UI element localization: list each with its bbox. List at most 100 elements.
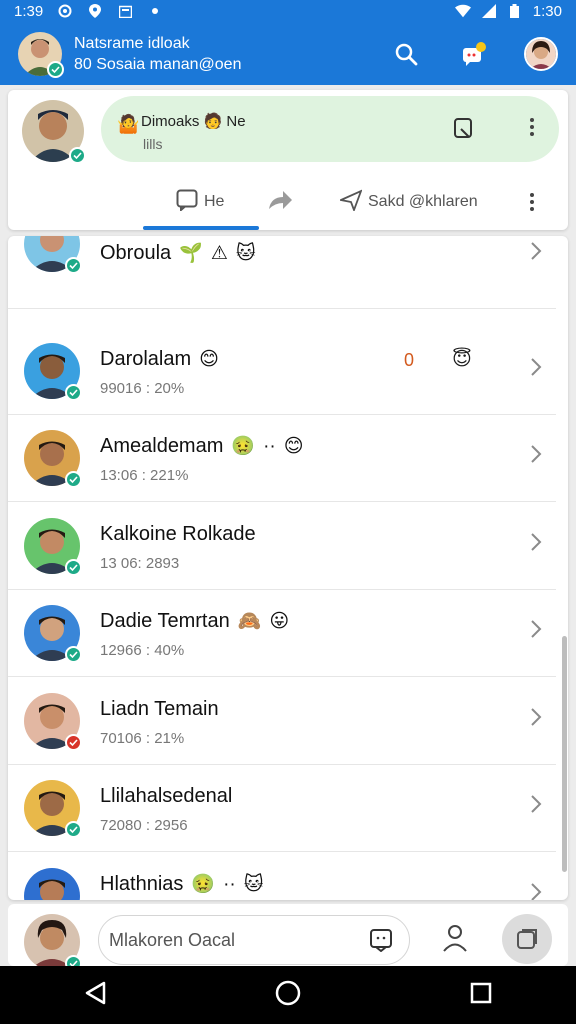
contact-status: 70106 : 21% bbox=[100, 729, 185, 747]
contact-avatar[interactable] bbox=[24, 430, 82, 488]
contact-list: Obroula 🌱 ⚠ 🐱 Darolalam 😊 99016 : 20% 0 😇 Amealde… bbox=[8, 236, 568, 900]
contact-name: Hlathnias bbox=[100, 872, 184, 895]
verified-badge-icon bbox=[65, 257, 82, 274]
contact-name: Obroula bbox=[100, 242, 172, 264]
status-time-right: 1:30 bbox=[532, 2, 562, 20]
chevron-right-icon[interactable] bbox=[530, 531, 542, 559]
contact-status: 12966 : 40% bbox=[100, 642, 185, 659]
verified-badge-icon bbox=[65, 471, 82, 488]
contact-avatar[interactable] bbox=[24, 342, 82, 401]
bubble-subtitle: lills bbox=[143, 136, 163, 152]
contact-emoji-icon: ·· bbox=[223, 873, 236, 895]
search-icon[interactable] bbox=[388, 36, 424, 72]
active-tab-indicator bbox=[143, 226, 259, 230]
edit-icon[interactable] bbox=[453, 117, 477, 141]
sync-icon bbox=[57, 4, 73, 18]
attach-icon bbox=[517, 929, 537, 949]
chevron-right-icon[interactable] bbox=[530, 793, 542, 821]
verified-badge-icon bbox=[65, 646, 82, 663]
send-icon bbox=[338, 188, 363, 216]
tab-bar: He Sakd @khlaren bbox=[8, 174, 568, 230]
tabs-more-icon[interactable] bbox=[529, 191, 535, 218]
contact-count: 0 bbox=[404, 349, 415, 370]
contact-name: Llilahalsedenal bbox=[100, 785, 233, 807]
verified-badge-icon bbox=[65, 733, 82, 751]
conversation-header-card: 🤷 Dimoaks 🧑 Ne lills He Sakd @khlaren bbox=[8, 90, 568, 230]
contact-avatar[interactable] bbox=[24, 692, 82, 751]
attach-button[interactable] bbox=[502, 914, 552, 964]
contact-row[interactable]: Hlathnias🤢··🐱11006 : 3721😸 bbox=[8, 853, 556, 900]
message-input-container bbox=[98, 915, 410, 965]
user-avatar[interactable] bbox=[18, 31, 64, 78]
contact-emoji-icon: 🐱 bbox=[243, 873, 264, 895]
contact-avatar[interactable] bbox=[24, 236, 82, 274]
verified-badge-icon bbox=[47, 60, 64, 78]
contact-name: Darolalam bbox=[100, 347, 192, 370]
home-icon[interactable] bbox=[275, 980, 301, 1011]
chevron-right-icon[interactable] bbox=[530, 443, 542, 471]
contact-avatar[interactable] bbox=[22, 100, 86, 164]
message-input[interactable] bbox=[109, 926, 359, 954]
my-avatar[interactable] bbox=[24, 914, 82, 972]
contact-avatar[interactable] bbox=[24, 867, 80, 900]
contact-row[interactable]: Llilahalsedenal 72080 : 2956 bbox=[8, 765, 556, 852]
scrollbar[interactable] bbox=[562, 636, 567, 872]
battery-icon bbox=[507, 4, 523, 18]
verified-badge-icon bbox=[65, 383, 82, 401]
tab-share[interactable] bbox=[267, 174, 299, 230]
compose-bar bbox=[8, 904, 568, 972]
contact-row[interactable]: Darolalam 😊 99016 : 20% 0 😇 bbox=[8, 328, 556, 415]
tab-chat[interactable]: He bbox=[176, 174, 224, 230]
system-nav-bar bbox=[0, 966, 576, 1024]
chevron-right-icon[interactable] bbox=[530, 356, 542, 384]
more-vert-icon[interactable] bbox=[529, 116, 537, 142]
status-bar: 1:39 1:30 bbox=[0, 0, 576, 22]
contact-avatar[interactable] bbox=[24, 517, 82, 576]
contact-name: Kalkoine Rolkade bbox=[100, 522, 256, 545]
share-icon bbox=[267, 189, 293, 216]
contact-emoji-icon: 🙈 bbox=[237, 611, 262, 632]
contact-status: 99016 : 20% bbox=[100, 379, 185, 397]
contact-name: Liadn Temain bbox=[100, 697, 219, 720]
contact-icon[interactable] bbox=[442, 924, 468, 957]
verified-badge-icon bbox=[65, 821, 82, 838]
message-bubble[interactable]: 🤷 Dimoaks 🧑 Ne lills bbox=[101, 96, 559, 162]
contact-status: 13 06: 2893 bbox=[100, 554, 180, 572]
contact-emoji-icon: 😊 bbox=[283, 436, 304, 457]
app-bar: Natsrame idloak 80 Sosaia manan@oen bbox=[0, 22, 576, 85]
contact-name: Dadie Temrtan bbox=[100, 610, 230, 632]
calendar-icon bbox=[117, 4, 133, 18]
chevron-right-icon[interactable] bbox=[530, 881, 542, 900]
contact-emoji-icon: ·· bbox=[263, 436, 276, 457]
notification-icon[interactable] bbox=[456, 36, 492, 72]
contact-emoji-icon: ⚠ bbox=[210, 243, 228, 264]
contact-emoji-icon: 🤢 bbox=[191, 873, 216, 895]
header-subtitle: 80 Sosaia manan@oen bbox=[74, 55, 242, 73]
contact-row[interactable]: Obroula 🌱 ⚠ 🐱 bbox=[8, 236, 556, 309]
signal-icon bbox=[481, 4, 497, 18]
contact-row[interactable]: Kalkoine Rolkade 13 06: 2893 bbox=[8, 503, 556, 590]
bubble-title: Dimoaks bbox=[141, 113, 200, 130]
dot-icon bbox=[147, 4, 163, 18]
profile-avatar[interactable] bbox=[524, 36, 558, 71]
chevron-right-icon[interactable] bbox=[530, 618, 542, 646]
verified-badge-icon bbox=[65, 558, 82, 576]
chevron-right-icon[interactable] bbox=[530, 706, 542, 734]
contact-emoji-icon: 🌱 bbox=[179, 243, 203, 264]
contact-emoji-icon: 😊 bbox=[199, 348, 219, 370]
tab-send[interactable]: Sakd @khlaren bbox=[338, 174, 478, 230]
sticker-icon[interactable] bbox=[369, 928, 393, 957]
contact-row[interactable]: Amealdemam 🤢 ·· 😊 13:06 : 221% bbox=[8, 415, 556, 502]
chat-icon bbox=[176, 189, 198, 216]
contact-avatar[interactable] bbox=[24, 780, 82, 838]
back-icon[interactable] bbox=[84, 981, 106, 1010]
contact-status: 13:06 : 221% bbox=[100, 467, 189, 484]
wifi-icon bbox=[454, 4, 471, 18]
contact-row[interactable]: Liadn Temain 70106 : 21% bbox=[8, 678, 556, 765]
recents-icon[interactable] bbox=[470, 982, 492, 1009]
header-title: Natsrame idloak bbox=[74, 34, 190, 52]
contact-row[interactable]: Dadie Temrtan 🙈 😛 12966 : 40% bbox=[8, 590, 556, 677]
chevron-right-icon[interactable] bbox=[530, 240, 542, 268]
contact-avatar[interactable] bbox=[24, 605, 82, 663]
contact-right-emoji-icon: 😇 bbox=[452, 348, 472, 370]
